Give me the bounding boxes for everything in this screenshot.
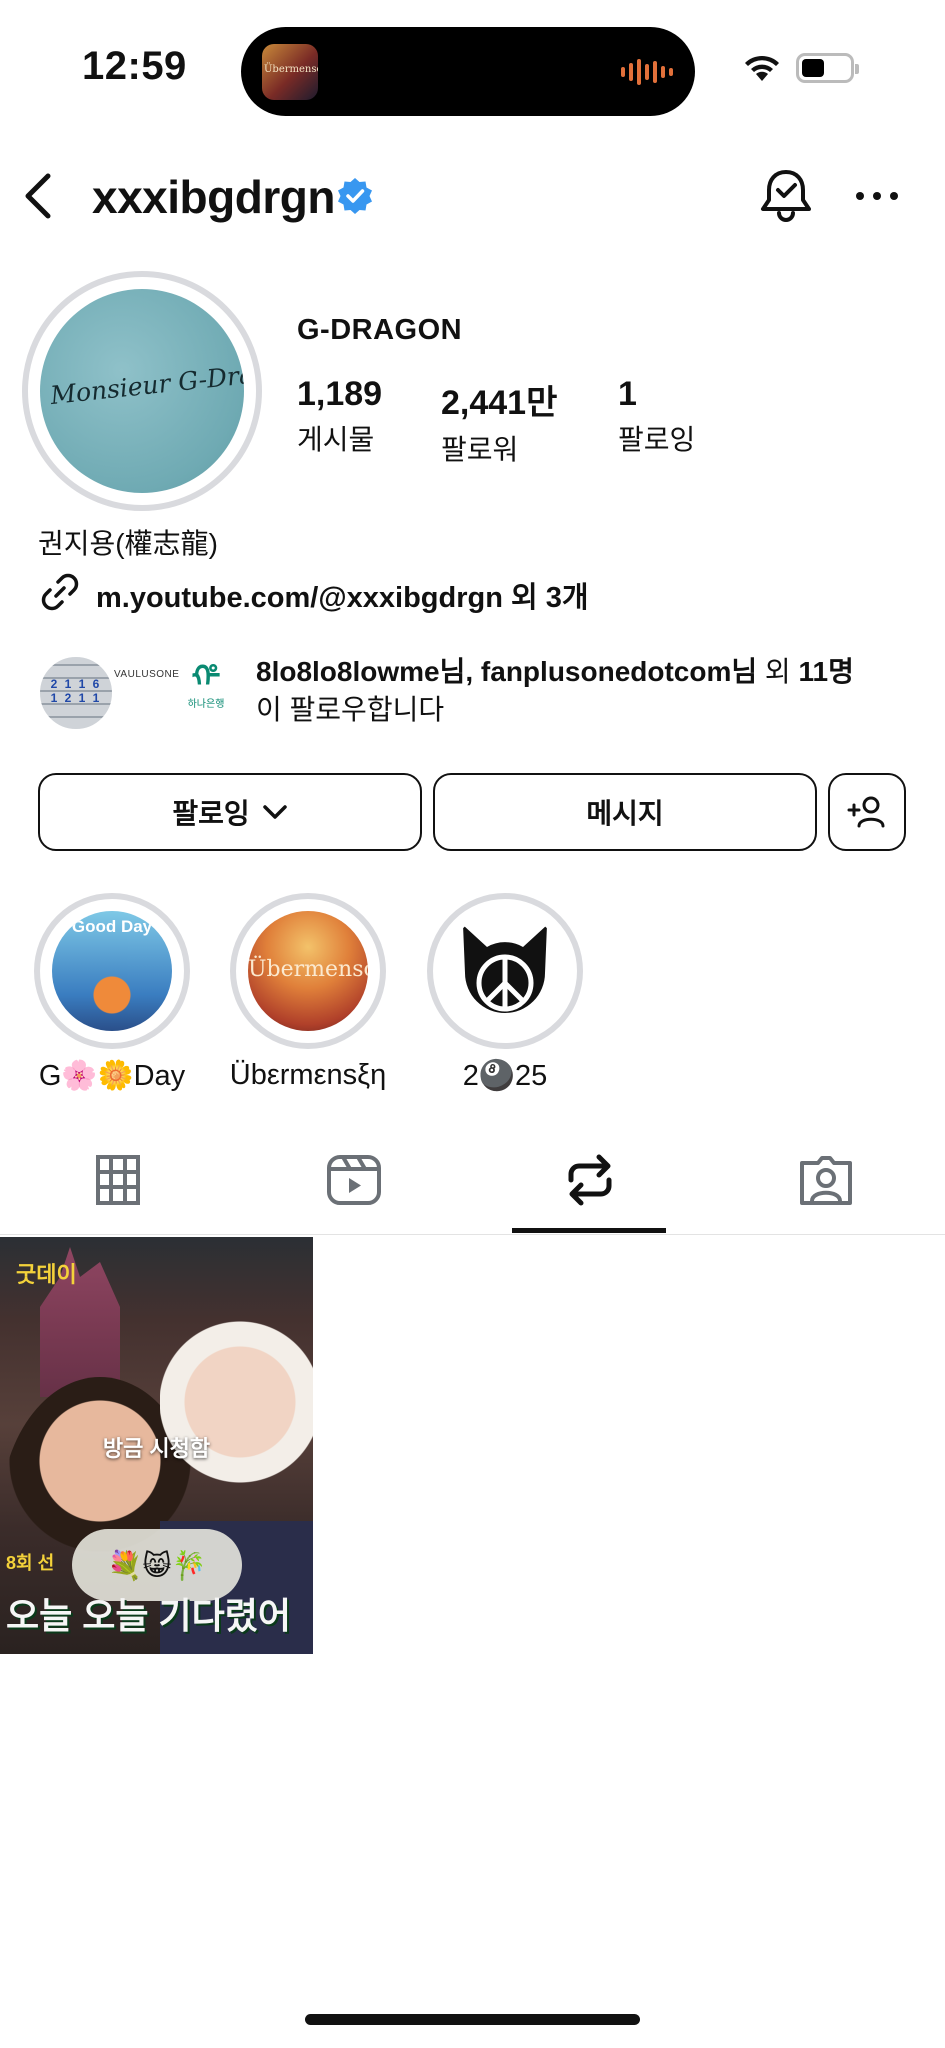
post-show-logo: 굿데이 — [16, 1262, 77, 1287]
follower-avatar-1: 2 1 1 61 2 1 1 — [38, 655, 114, 731]
highlight-cover: Übermensch — [248, 911, 368, 1031]
post-thumbnail[interactable]: 굿데이 방금 시청함 8회 선 💐😸🎋 오늘 오늘 기다렸어 — [0, 1237, 313, 1654]
more-options-icon[interactable] — [856, 192, 898, 200]
highlight-cover: Good Day — [52, 911, 172, 1031]
bio-name: 권지용(權志龍) — [38, 528, 218, 559]
repost-icon — [568, 1154, 612, 1206]
stat-posts-label: 게시물 — [297, 424, 375, 455]
highlight-ring — [427, 893, 583, 1049]
grid-icon — [96, 1155, 140, 1205]
notification-bell-icon[interactable] — [758, 166, 814, 224]
verified-badge-icon — [338, 178, 372, 214]
add-person-icon — [847, 796, 885, 828]
bio-link[interactable]: m.youtube.com/@xxxibgdrgn 외 3개 — [96, 574, 589, 616]
tab-tagged[interactable] — [708, 1125, 944, 1235]
profile-avatar[interactable]: Monsieur G-Dragon — [22, 271, 262, 511]
highlight-ubermensch[interactable]: Übermensch Übεrmεnsξη — [228, 893, 388, 1092]
follower-avatar-3-text: 하나은행 — [187, 699, 225, 710]
post-watched-label: 방금 시청함 — [102, 1436, 211, 1461]
followed-by-names: 8lo8lo8lowme님, fanplusonedotcom님 — [256, 656, 758, 687]
stat-following-label: 팔로잉 — [618, 424, 696, 455]
chevron-down-icon — [262, 805, 287, 819]
avatar-image: Monsieur G-Dragon — [40, 289, 244, 493]
followed-by-suffix: 외 — [764, 656, 791, 687]
message-button-label: 메시지 — [586, 798, 664, 829]
highlight-2025[interactable]: 2🎱25 — [425, 893, 585, 1093]
stat-posts[interactable]: 1,189 게시물 — [297, 375, 382, 458]
highlight-cover-text: Good Day — [71, 917, 153, 936]
wifi-icon — [745, 55, 779, 81]
highlight-cover-text: Übermensch — [248, 957, 368, 982]
highlight-label: G🌸🌼Day — [38, 1060, 186, 1092]
stat-following-count: 1 — [618, 375, 637, 413]
stat-following[interactable]: 1 팔로잉 — [618, 375, 695, 458]
followed-by-line2: 이 팔로우합니다 — [256, 694, 445, 725]
suggest-users-button[interactable] — [828, 773, 906, 851]
stat-followers[interactable]: 2,441만 팔로워 — [441, 375, 557, 468]
profile-username: xxxibgdrgn — [92, 171, 335, 223]
following-button[interactable]: 팔로잉 — [38, 773, 422, 851]
back-icon[interactable] — [18, 168, 58, 224]
display-name: G-DRAGON — [297, 314, 463, 346]
highlight-ring: Good Day — [34, 893, 190, 1049]
following-button-label: 팔로잉 — [172, 798, 250, 829]
now-playing-art-text: Übermensch — [264, 64, 318, 75]
tab-reposts[interactable] — [472, 1125, 708, 1235]
dynamic-island[interactable]: Übermensch — [241, 27, 695, 116]
highlight-ring: Übermensch — [230, 893, 386, 1049]
tab-grid[interactable] — [0, 1125, 236, 1235]
stat-followers-count: 2,441만 — [441, 384, 558, 422]
post-episode-label: 8회 선 — [6, 1553, 55, 1573]
message-button[interactable]: 메시지 — [433, 773, 817, 851]
active-tab-indicator — [512, 1228, 666, 1233]
peace-cat-icon — [463, 925, 547, 1013]
followed-by-avatars[interactable]: 2 1 1 61 2 1 1 VAULUSONE ᡥ 하나은행 — [38, 655, 228, 735]
link-icon — [41, 573, 79, 611]
follower-avatar-3: ᡥ 하나은행 — [168, 661, 244, 731]
tab-reels[interactable] — [236, 1125, 472, 1235]
followed-by-count: 11명 — [798, 656, 854, 687]
post-subtitle: 오늘 오늘 기다렸어 — [6, 1595, 291, 1636]
tagged-icon — [800, 1156, 852, 1205]
home-indicator[interactable] — [305, 2014, 640, 2025]
highlight-label: 2🎱25 — [462, 1060, 548, 1092]
reels-icon — [327, 1155, 381, 1205]
highlight-label: Übεrmεnsξη — [229, 1059, 387, 1091]
highlight-cover — [445, 911, 565, 1031]
avatar-signature-text: Monsieur G-Dragon — [49, 354, 244, 411]
profile-tabs — [0, 1125, 945, 1235]
battery-icon — [796, 53, 859, 83]
highlight-good-day[interactable]: Good Day G🌸🌼Day — [32, 893, 192, 1093]
audio-wave-icon — [621, 57, 673, 87]
now-playing-art: Übermensch — [262, 44, 318, 100]
stat-followers-label: 팔로워 — [441, 434, 519, 465]
status-time: 12:59 — [82, 44, 187, 88]
followed-by-text[interactable]: 8lo8lo8lowme님, fanplusonedotcom님 외 11명 이… — [256, 653, 916, 729]
stat-posts-count: 1,189 — [297, 375, 383, 413]
